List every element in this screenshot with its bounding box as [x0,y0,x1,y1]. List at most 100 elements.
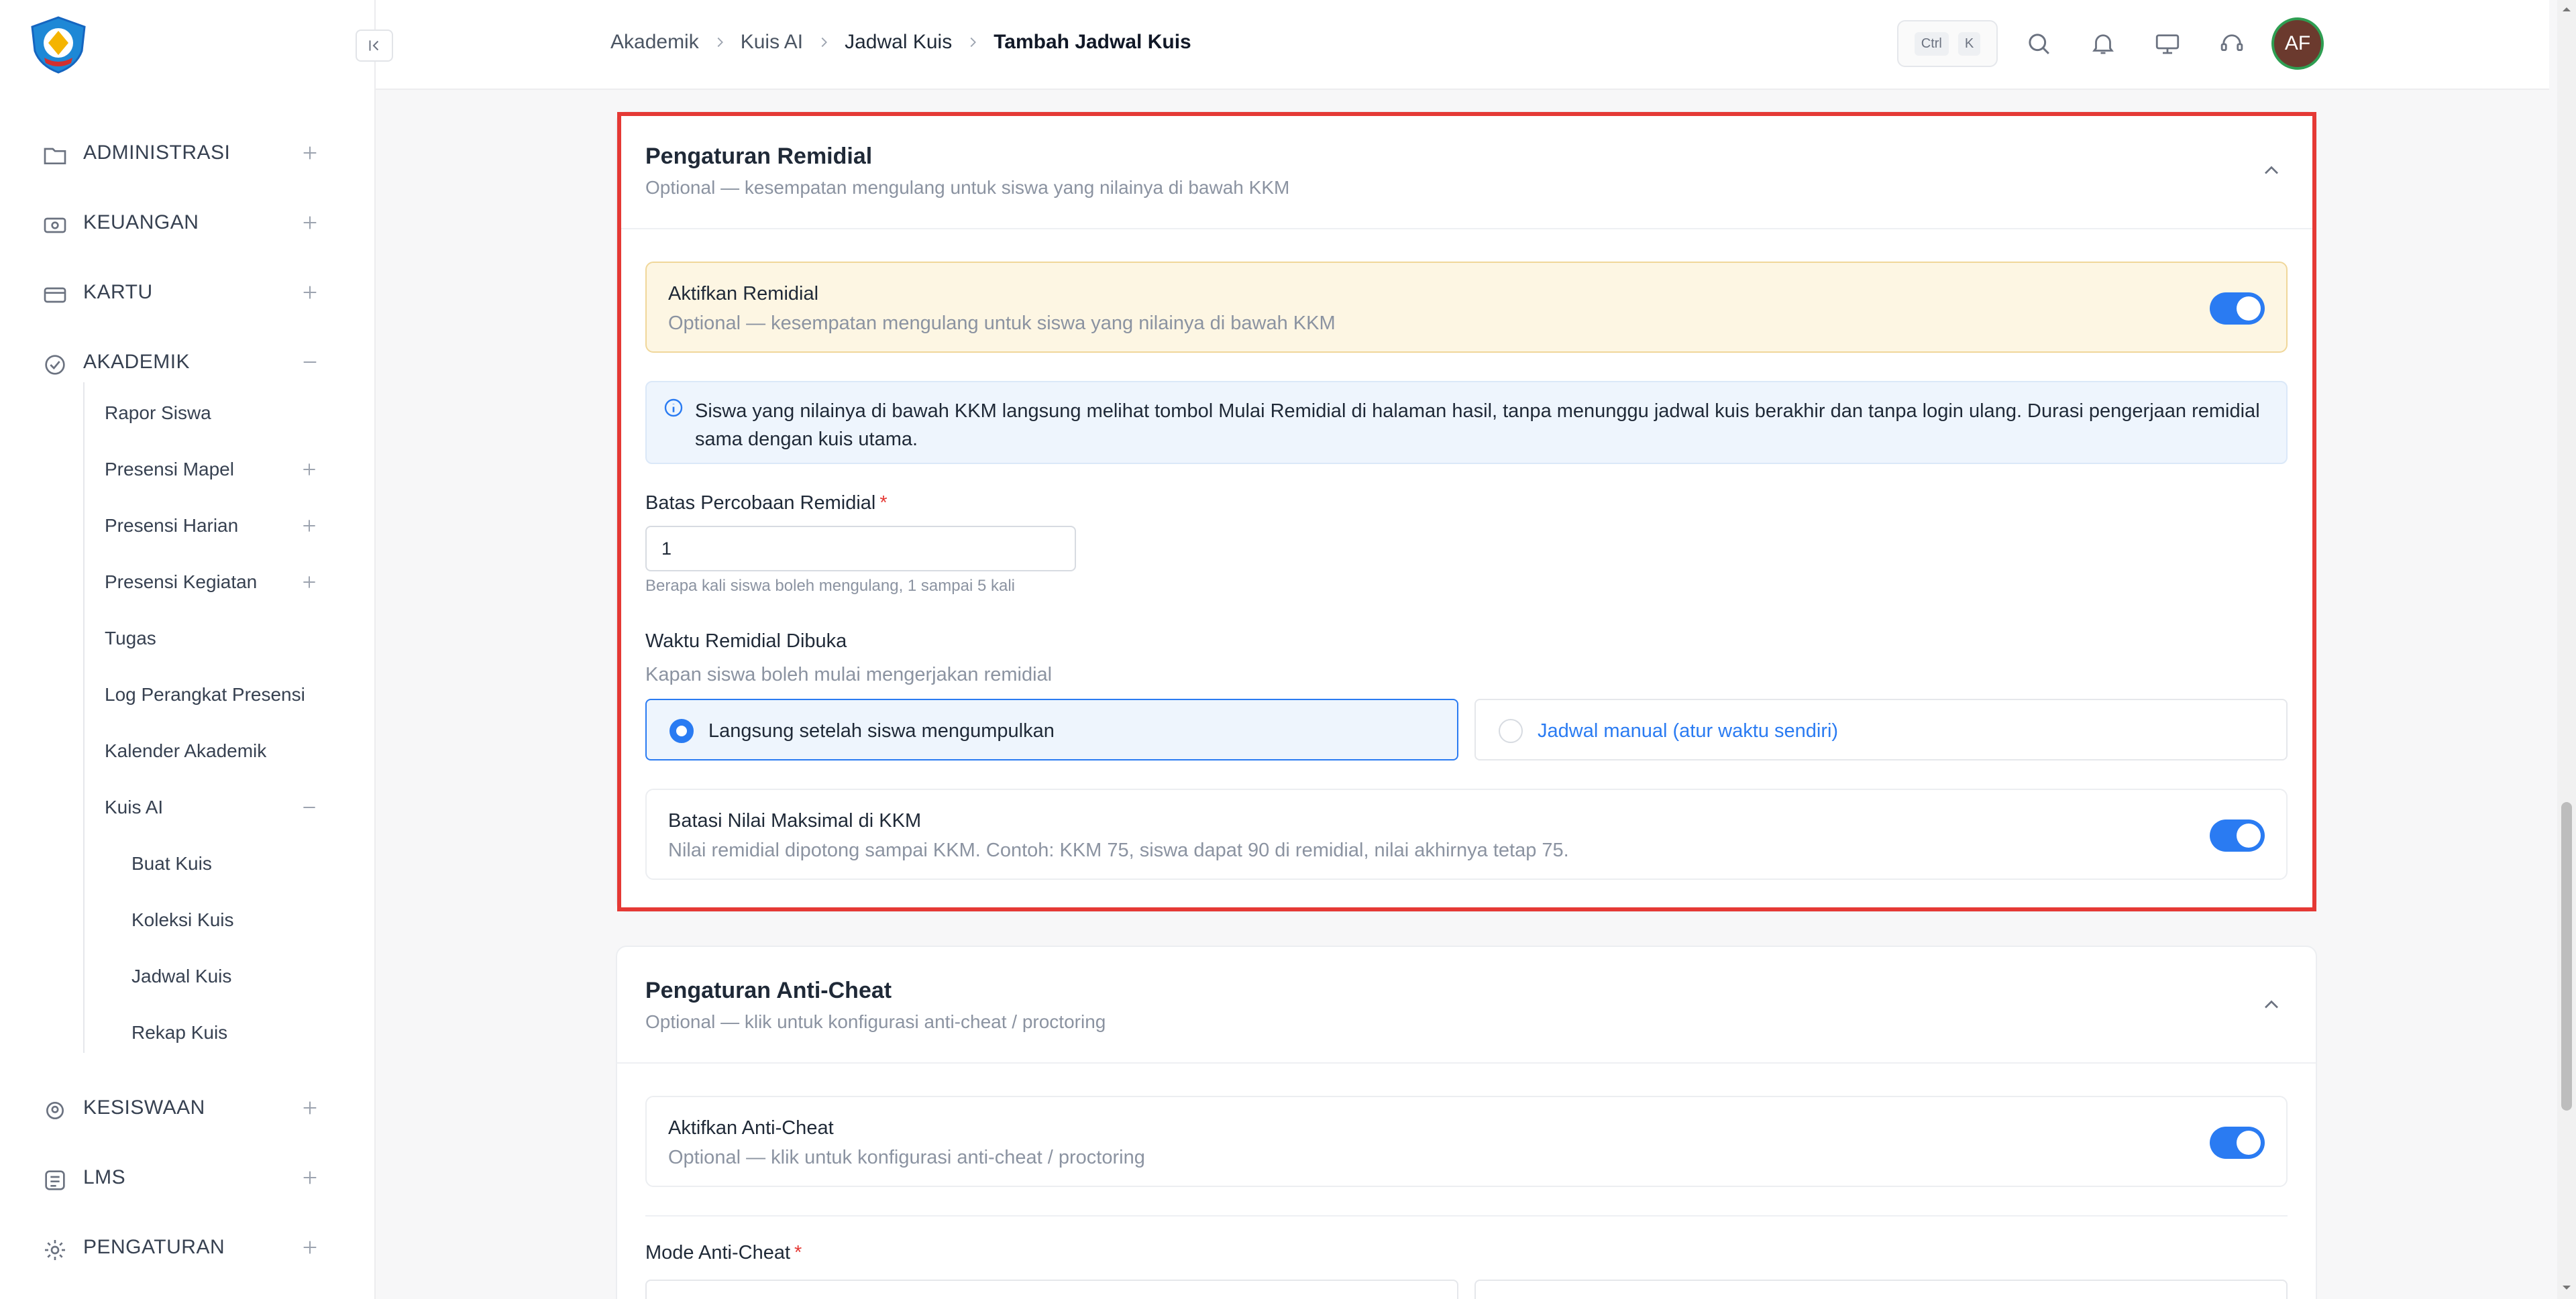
academic-icon [45,355,65,375]
sidebar-item-label: KARTU [83,281,153,303]
cap-score-toggle[interactable] [2210,820,2265,852]
remedial-card-subtitle: Optional — kesempatan mengulang untuk si… [645,177,1290,198]
attempts-hint: Berapa kali siswa boleh mengulang, 1 sam… [645,577,1015,595]
sidebar-nav-top: ADMINISTRASI KEUANGAN KARTU AKADEMIK [0,118,376,397]
sidebar-item-presensi-mapel[interactable]: Presensi Mapel [83,441,352,498]
folder-icon [44,148,66,164]
sidebar-item-administrasi[interactable]: ADMINISTRASI [0,118,376,188]
monitor-icon[interactable] [2153,30,2182,58]
enable-anticheat-subtitle: Optional — klik untuk konfigurasi anti-c… [668,1147,1145,1168]
anticheat-mode-option[interactable] [645,1280,1458,1299]
sidebar-item-tugas[interactable]: Tugas [83,610,352,667]
anticheat-card-header[interactable]: Pengaturan Anti-Cheat Optional — klik un… [617,947,2316,1064]
plus-icon[interactable] [301,1238,319,1257]
enable-anticheat-toggle[interactable] [2210,1127,2265,1159]
sidebar-item-lms[interactable]: LMS [0,1143,376,1212]
cap-score-box: Batasi Nilai Maksimal di KKM Nilai remid… [645,789,2288,880]
attempts-input[interactable] [645,526,1076,571]
breadcrumb-item-akademik[interactable]: Akademik [610,31,699,54]
card-icon [44,287,66,303]
chevron-up-icon[interactable] [2259,993,2284,1017]
sidebar-item-buat-kuis[interactable]: Buat Kuis [83,836,352,892]
chevron-right-icon [821,37,828,48]
remedial-card-header[interactable]: Pengaturan Remidial Optional — kesempata… [617,113,2316,229]
plus-icon[interactable] [301,1098,319,1117]
top-header: Akademik Kuis AI Jadwal Kuis Tambah Jadw… [376,0,2549,90]
plus-icon[interactable] [301,1168,319,1187]
sidebar-item-rapor-siswa[interactable]: Rapor Siswa [83,385,352,441]
enable-anticheat-box: Aktifkan Anti-Cheat Optional — klik untu… [645,1096,2288,1187]
cap-score-title: Batasi Nilai Maksimal di KKM [668,810,922,832]
sidebar-item-rekap-kuis[interactable]: Rekap Kuis [83,1005,352,1061]
command-palette-shortcut[interactable]: Ctrl K [1897,20,1998,67]
breadcrumb-current-page: Tambah Jadwal Kuis [994,31,1191,53]
sidebar-item-kesiswaan[interactable]: KESISWAAN [0,1073,376,1143]
sidebar: ADMINISTRASI KEUANGAN KARTU AKADEMIK Rap… [0,0,376,1299]
plus-icon[interactable] [301,517,318,534]
radio-unselected[interactable] [1499,719,1523,743]
sidebar-item-jadwal-kuis[interactable]: Jadwal Kuis [83,948,352,1005]
anticheat-mode-label-text: Mode Anti-Cheat [645,1242,791,1263]
sidebar-item-label: Koleksi Kuis [131,909,234,930]
plus-icon[interactable] [301,573,318,591]
sidebar-item-label: PENGATURAN [83,1236,225,1258]
sidebar-item-label: LMS [83,1166,126,1188]
sidebar-item-label: Kuis AI [105,797,164,817]
minus-icon[interactable] [301,799,318,816]
user-avatar[interactable]: AF [2271,17,2324,70]
chevron-right-icon [970,37,977,48]
breadcrumb: Akademik Kuis AI Jadwal Kuis Tambah Jadw… [610,31,1191,54]
remedial-info-text: Siswa yang nilainya di bawah KKM langsun… [695,400,2260,450]
scroll-down-icon[interactable] [2559,1280,2575,1296]
search-icon[interactable] [2025,30,2053,58]
plus-icon[interactable] [301,213,319,232]
anticheat-settings-card: Pengaturan Anti-Cheat Optional — klik un… [616,946,2317,1299]
sidebar-item-label: ADMINISTRASI [83,142,231,164]
required-mark: * [794,1242,802,1263]
sidebar-item-koleksi-kuis[interactable]: Koleksi Kuis [83,892,352,948]
sidebar-item-log-perangkat-presensi[interactable]: Log Perangkat Presensi [83,667,352,723]
open-time-option-immediate[interactable]: Langsung setelah siswa mengumpulkan [645,699,1458,760]
sidebar-item-presensi-harian[interactable]: Presensi Harian [83,498,352,554]
lms-icon [45,1170,65,1190]
minus-icon[interactable] [301,353,319,372]
anticheat-mode-option[interactable] [1474,1280,2288,1299]
breadcrumb-item-jadwal-kuis[interactable]: Jadwal Kuis [845,31,952,54]
logo-icon [31,16,86,74]
sidebar-item-kalender-akademik[interactable]: Kalender Akademik [83,723,352,779]
sidebar-item-label: AKADEMIK [83,351,191,373]
support-icon[interactable] [2218,30,2246,58]
attempts-label: Batas Percobaan Remidial * [645,492,888,514]
money-icon [44,217,66,233]
remedial-settings-card: Pengaturan Remidial Optional — kesempata… [616,111,2317,912]
shortcut-key-ctrl: Ctrl [1914,32,1949,56]
open-time-option-label: Jadwal manual (atur waktu sendiri) [1538,720,1839,742]
enable-remedial-toggle[interactable] [2210,292,2265,325]
sidebar-collapse-button[interactable] [356,30,393,62]
chevron-up-icon[interactable] [2259,158,2284,182]
enable-anticheat-title: Aktifkan Anti-Cheat [668,1117,834,1139]
collapse-left-icon [369,40,379,51]
plus-icon[interactable] [301,144,319,162]
remedial-card-title: Pengaturan Remidial [645,144,873,169]
plus-icon[interactable] [301,461,318,478]
plus-icon[interactable] [301,283,319,302]
required-mark: * [879,492,888,514]
open-time-option-manual[interactable]: Jadwal manual (atur waktu sendiri) [1474,699,2288,760]
scroll-up-icon[interactable] [2559,1,2575,17]
sidebar-item-kuis-ai[interactable]: Kuis AI [83,779,352,836]
radio-selected[interactable] [669,719,694,743]
sidebar-item-label: Log Perangkat Presensi [105,684,305,705]
sidebar-item-kartu[interactable]: KARTU [0,258,376,327]
app-logo[interactable] [28,16,89,74]
anticheat-card-title: Pengaturan Anti-Cheat [645,978,892,1003]
bell-icon[interactable] [2089,30,2117,58]
breadcrumb-item-kuis-ai[interactable]: Kuis AI [741,31,803,54]
sidebar-item-keuangan[interactable]: KEUANGAN [0,188,376,258]
sidebar-nav-bottom: KESISWAAN LMS PENGATURAN [0,1073,376,1282]
scrollbar-thumb[interactable] [2561,802,2572,1111]
anticheat-card-subtitle: Optional — klik untuk konfigurasi anti-c… [645,1011,1106,1032]
sidebar-item-pengaturan[interactable]: PENGATURAN [0,1212,376,1282]
sidebar-item-presensi-kegiatan[interactable]: Presensi Kegiatan [83,554,352,610]
chevron-right-icon [717,37,723,48]
